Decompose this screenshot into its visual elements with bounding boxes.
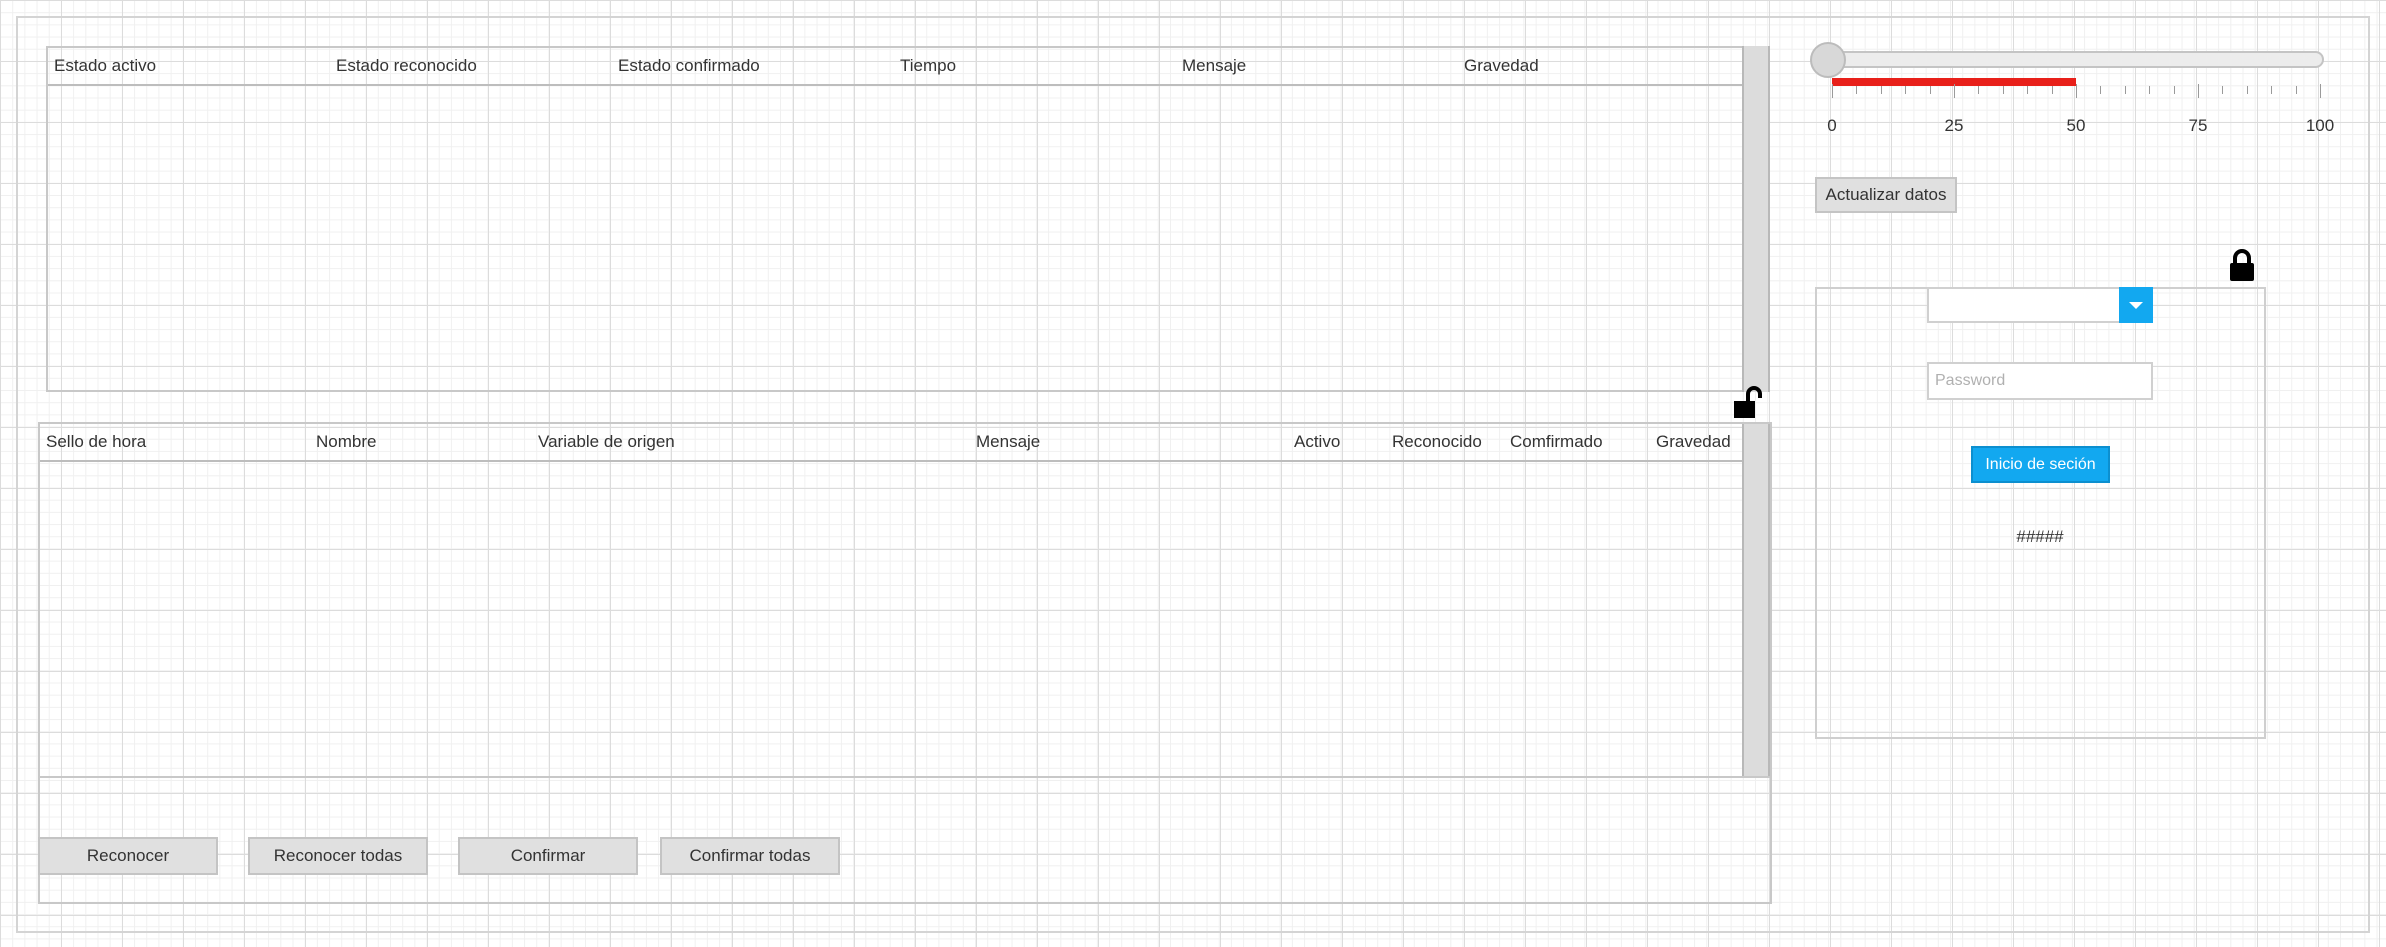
column-header[interactable]: Estado activo [54,48,156,84]
gauge-label: 25 [1944,116,1964,135]
user-select[interactable] [1927,287,2153,323]
alarm-summary-table: Estado activo Estado reconocido Estado c… [46,46,1770,392]
gauge-tick [1929,86,1931,94]
column-header[interactable]: Estado confirmado [618,48,760,84]
gauge-tick [2198,84,2199,98]
slider-track[interactable] [1812,51,2324,68]
column-header[interactable]: Activo [1294,424,1340,460]
gauge-labels: 0 25 50 75 100 [1827,116,2334,138]
gauge-tick [2246,86,2248,94]
lock-open-icon[interactable] [1732,385,1762,419]
gauge-tick [2124,86,2126,94]
gauge-label: 75 [2188,116,2208,135]
column-header[interactable]: Gravedad [1464,48,1539,84]
gauge-tick [2222,86,2224,94]
alarm-summary-scrollbar[interactable] [1742,46,1770,392]
login-button[interactable]: Inicio de seción [1971,446,2110,483]
gauge-tick [2271,86,2273,94]
confirm-all-button[interactable]: Confirmar todas [660,837,840,875]
gauge-label: 0 [1827,116,1837,135]
gauge-tick [1978,86,1980,94]
gauge-tick [2027,86,2029,94]
column-header[interactable]: Comfirmado [1510,424,1603,460]
gauge-tick [2100,86,2102,94]
password-placeholder: Password [1935,372,2006,389]
column-header[interactable]: Estado reconocido [336,48,477,84]
gauge-tick [2076,84,2077,98]
gauge-tick [1905,86,1907,94]
column-header[interactable]: Variable de origen [538,424,675,460]
confirm-button[interactable]: Confirmar [458,837,638,875]
gauge-label: 50 [2066,116,2086,135]
gauge-tick [2149,86,2151,94]
gauge-tick [2173,86,2175,94]
caret-down-icon[interactable] [2119,287,2153,323]
column-header[interactable]: Gravedad [1656,424,1731,460]
gauge-tick [2051,86,2053,94]
alarm-history-table: Sello de hora Nombre Variable de origen … [38,422,1772,778]
password-field[interactable]: Password [1927,362,2153,400]
acknowledge-button[interactable]: Reconocer [38,837,218,875]
alarm-history-header: Sello de hora Nombre Variable de origen … [40,424,1770,462]
acknowledge-all-button[interactable]: Reconocer todas [248,837,428,875]
gauge-tick [2002,86,2004,94]
gauge-tick [1832,84,1833,98]
column-header[interactable]: Mensaje [976,424,1040,460]
gauge-tick [1880,86,1882,94]
slider-handle[interactable] [1810,42,1846,78]
gauge-tick [2295,86,2297,94]
gauge-tick [1954,84,1955,98]
lock-icon[interactable] [2228,248,2256,282]
login-panel [1815,287,2266,739]
column-header[interactable]: Tiempo [900,48,956,84]
user-select-value [1929,297,1935,314]
gauge-scale [1832,84,2321,98]
refresh-data-button[interactable]: Actualizar datos [1815,177,1957,213]
gauge-label: 100 [2305,116,2335,135]
column-header[interactable]: Sello de hora [46,424,146,460]
alarm-history-scrollbar[interactable] [1742,424,1770,776]
column-header[interactable]: Nombre [316,424,376,460]
gauge-tick [1856,86,1858,94]
gauge-tick [2320,84,2321,98]
column-header[interactable]: Mensaje [1182,48,1246,84]
alarm-summary-header: Estado activo Estado reconocido Estado c… [48,48,1768,86]
column-header[interactable]: Reconocido [1392,424,1482,460]
login-status-text: ##### [2016,527,2064,546]
